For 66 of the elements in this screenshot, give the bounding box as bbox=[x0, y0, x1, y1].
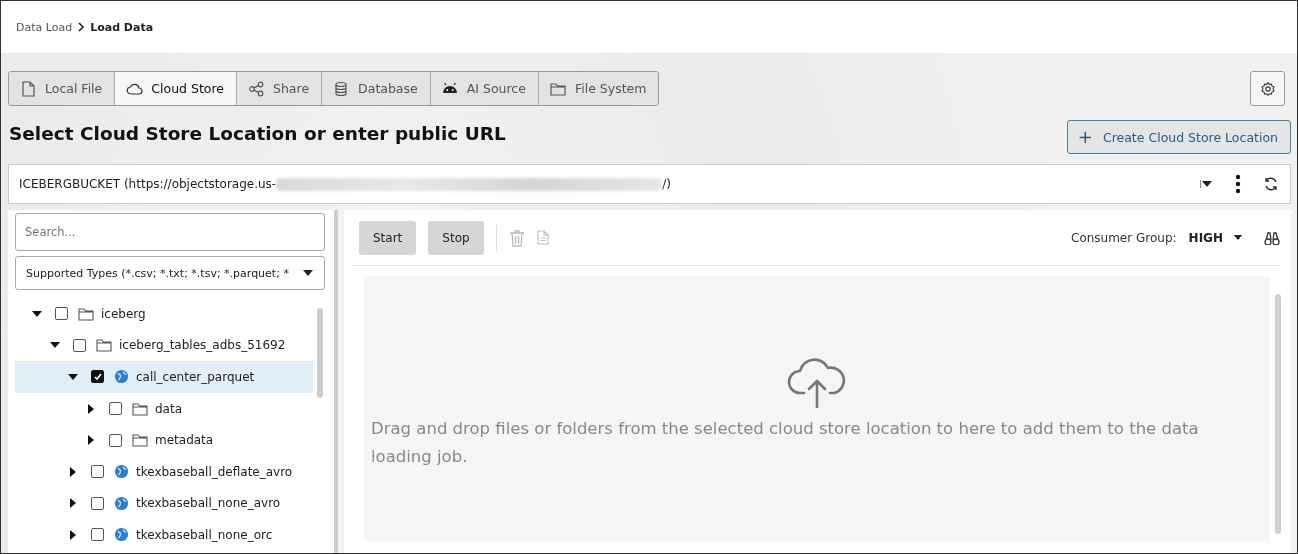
collapse-caret-icon[interactable] bbox=[68, 372, 78, 382]
dropdown-caret-icon bbox=[302, 269, 314, 277]
file-icon bbox=[19, 80, 37, 97]
tree-row[interactable]: iceberg_tables_adbs_51692 bbox=[15, 329, 313, 362]
expand-caret-icon[interactable] bbox=[68, 498, 78, 509]
expand-caret-icon[interactable] bbox=[68, 529, 78, 540]
expand-caret-icon[interactable] bbox=[86, 403, 96, 414]
checkbox[interactable] bbox=[91, 496, 104, 510]
expand-caret-icon[interactable] bbox=[86, 435, 96, 446]
cloud-upload-icon bbox=[786, 357, 848, 410]
location-select[interactable]: ICEBERGBUCKET (https://objectstorage.us- /) bbox=[8, 164, 1291, 204]
globe-icon bbox=[114, 464, 129, 480]
drop-instructions: Drag and drop files or folders from the selected cloud store location to here to add them to the data loading job. bbox=[371, 418, 1200, 468]
tree-row[interactable]: tkexbaseball_none_orc bbox=[15, 519, 313, 551]
collapse-caret-icon[interactable] bbox=[32, 308, 42, 319]
folder-icon bbox=[96, 338, 112, 353]
checkbox[interactable] bbox=[55, 307, 68, 321]
checkbox[interactable] bbox=[109, 433, 122, 447]
section-heading: Select Cloud Store Location or enter public URL bbox=[9, 123, 506, 144]
checkbox[interactable] bbox=[91, 465, 104, 479]
share-icon bbox=[247, 80, 265, 97]
more-options-icon[interactable] bbox=[1235, 174, 1241, 194]
breadcrumb-current: Load Data bbox=[90, 20, 154, 34]
tab[interactable]: Database bbox=[322, 72, 431, 105]
create-location-button[interactable]: + Create Cloud Store Location bbox=[1066, 120, 1291, 154]
tree-row[interactable]: tkexbaseball_deflate_avro bbox=[15, 455, 313, 488]
folder-icon bbox=[132, 433, 148, 448]
checkbox[interactable] bbox=[73, 338, 86, 352]
dropdown-caret-icon bbox=[1233, 234, 1243, 241]
tab[interactable]: Cloud Store bbox=[115, 72, 237, 105]
tree-row[interactable]: call_center_parquet bbox=[15, 361, 313, 393]
globe-icon bbox=[114, 369, 129, 385]
checkbox[interactable] bbox=[91, 528, 104, 542]
tab[interactable]: Share bbox=[237, 72, 323, 105]
consumer-group-label: Consumer Group: bbox=[1071, 230, 1177, 245]
breadcrumb-link[interactable]: Data Load bbox=[16, 20, 73, 34]
consumer-group-select[interactable]: HIGH bbox=[1188, 230, 1243, 245]
tab[interactable]: File System bbox=[538, 72, 659, 105]
checkbox[interactable] bbox=[109, 402, 122, 416]
dropdown-caret-icon[interactable] bbox=[1200, 180, 1213, 188]
tree-row[interactable]: iceberg bbox=[15, 298, 313, 330]
checkbox[interactable] bbox=[91, 370, 104, 384]
location-value-end: /) bbox=[662, 177, 671, 191]
chevron-icon bbox=[77, 22, 86, 32]
tree-row[interactable]: metadata bbox=[15, 424, 313, 456]
settings-button[interactable] bbox=[1250, 71, 1285, 106]
folder-icon bbox=[78, 306, 94, 321]
tree-row[interactable]: tkexbaseball_none_avro bbox=[15, 487, 313, 520]
tree-row[interactable]: data bbox=[15, 392, 313, 425]
plus-icon: + bbox=[1077, 128, 1093, 146]
folder-icon bbox=[548, 80, 567, 97]
folder-icon bbox=[132, 401, 148, 416]
file-type-select[interactable]: Supported Types (*.csv; *.txt; *.tsv; *.parquet; * bbox=[15, 256, 325, 290]
tab[interactable]: Local File bbox=[9, 72, 116, 105]
stop-button[interactable]: Stop bbox=[428, 220, 484, 255]
globe-icon bbox=[114, 527, 129, 543]
refresh-icon[interactable] bbox=[1263, 176, 1279, 192]
binoculars-icon[interactable] bbox=[1263, 230, 1281, 245]
search-field[interactable]: Search... bbox=[15, 213, 325, 251]
tab[interactable]: AI Source bbox=[430, 72, 539, 105]
checkmark-icon bbox=[92, 372, 103, 382]
settings-icon bbox=[1259, 80, 1276, 97]
start-button[interactable]: Start bbox=[359, 220, 417, 255]
globe-icon bbox=[114, 495, 129, 511]
location-value: ICEBERGBUCKET (https://objectstorage.us- bbox=[19, 177, 277, 191]
expand-caret-icon[interactable] bbox=[68, 466, 78, 477]
